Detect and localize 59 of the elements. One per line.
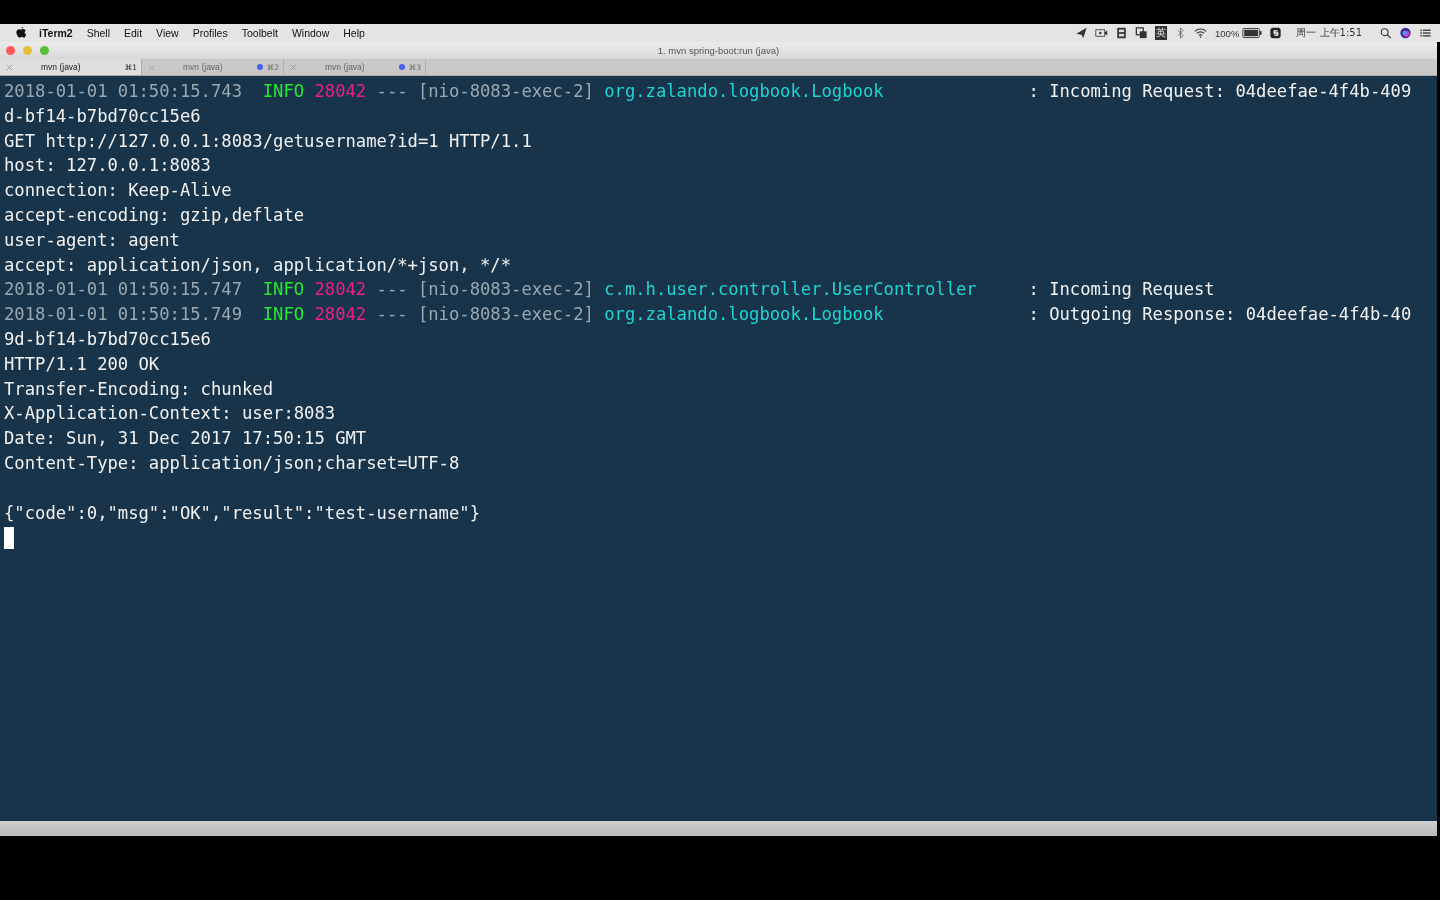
paper-plane-icon[interactable] [1075, 27, 1089, 39]
app-menu[interactable]: iTerm2 [39, 27, 73, 39]
menu-item[interactable]: Help [343, 27, 365, 39]
terminal-text: Content-Type: application/json;charset=UTF-8 [4, 451, 460, 475]
thread-name: --- [nio-8083-exec-2] [376, 303, 594, 327]
apple-icon[interactable] [16, 27, 27, 39]
terminal-text: d-bf14-b7bd70cc15e6 [4, 104, 201, 128]
menu-item[interactable]: Shell [86, 27, 110, 39]
tab-label: mvn (java) [41, 62, 82, 72]
tab-label: mvn (java) [325, 62, 366, 72]
terminal-text: Transfer-Encoding: chunked [4, 377, 274, 401]
list-icon[interactable] [1419, 27, 1432, 39]
process-id: 28042 [314, 278, 367, 302]
log-level: INFO [262, 303, 305, 327]
thread-name: --- [nio-8083-exec-2] [376, 80, 594, 103]
terminal-text: 9d-bf14-b7bd70cc15e6 [4, 327, 211, 351]
input-method-icon[interactable]: 英 [1155, 26, 1168, 40]
terminal-text: : Incoming Request: 04deefae-4f4b-409 [1028, 80, 1412, 103]
app-icon[interactable] [1269, 27, 1283, 39]
process-id: 28042 [314, 80, 367, 103]
logger-name: org.zalando.logbook.Logbook [604, 80, 885, 103]
battery-percentage: 100% [1215, 27, 1240, 39]
wifi-icon[interactable] [1194, 27, 1208, 39]
logger-name: c.m.h.user.controller.UserController [604, 278, 978, 302]
thread-name: --- [nio-8083-exec-2] [376, 278, 594, 302]
text-cursor [4, 527, 14, 550]
menu-item[interactable]: View [156, 27, 179, 39]
menu-item[interactable]: Window [291, 27, 330, 39]
terminal-text: connection: Keep-Alive [4, 179, 232, 203]
terminal-text: Date: Sun, 31 Dec 2017 17:50:15 GMT [4, 427, 367, 451]
process-id: 28042 [314, 303, 367, 327]
menu-item[interactable]: Profiles [192, 27, 228, 39]
logger-name: org.zalando.logbook.Logbook [604, 303, 885, 327]
log-level: INFO [262, 80, 305, 103]
search-icon[interactable] [1379, 27, 1392, 39]
terminal-text: : Incoming Request [1028, 278, 1215, 302]
terminal-text: : Outgoing Response: 04deefae-4f4b-40 [1028, 303, 1412, 327]
siri-icon[interactable] [1399, 27, 1412, 39]
app-icon[interactable] [1115, 27, 1129, 39]
terminal-text: X-Application-Context: user:8083 [4, 402, 336, 426]
menu-clock: 周一 上午1:51 [1296, 26, 1362, 40]
tab-label: mvn (java) [183, 62, 224, 72]
terminal-text: HTTP/1.1 200 OK [4, 352, 160, 376]
camera-icon[interactable] [1095, 27, 1109, 39]
terminal-text: {"code":0,"msg":"OK","result":"test-username"} [4, 501, 480, 525]
windows-icon[interactable] [1135, 27, 1149, 39]
menu-item[interactable]: Toolbelt [241, 27, 278, 39]
log-timestamp: 2018-01-01 01:50:15.743 [4, 80, 242, 103]
battery-icon[interactable] [1242, 27, 1263, 39]
terminal-text: host: 127.0.0.1:8083 [4, 154, 211, 178]
terminal-text: GET http://127.0.0.1:8083/getusername?id=1 HTTP/1.1 [4, 129, 532, 153]
window-title: 1. mvn spring-boot:run (java) [656, 45, 781, 56]
log-timestamp: 2018-01-01 01:50:15.749 [4, 303, 242, 327]
terminal-text: accept-encoding: gzip,deflate [4, 204, 305, 227]
log-level: INFO [262, 278, 305, 302]
log-timestamp: 2018-01-01 01:50:15.747 [4, 278, 242, 302]
terminal-text: user-agent: agent [4, 228, 180, 252]
terminal-text: accept: application/json, application/*+json, */* [4, 253, 512, 277]
menu-item[interactable]: Edit [124, 27, 143, 39]
